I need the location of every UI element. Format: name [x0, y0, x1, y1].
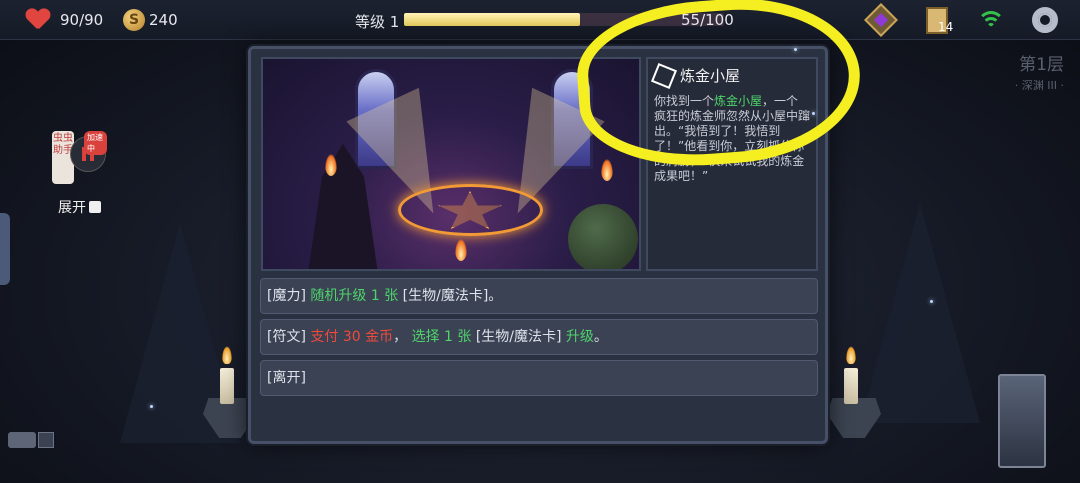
- side-drawer-tab[interactable]: [0, 213, 10, 285]
- assistant-badge: 加速中: [84, 131, 107, 155]
- arrow-right-icon[interactable]: [38, 432, 54, 448]
- left-candle: [220, 368, 234, 404]
- gold-value: 240: [149, 11, 178, 29]
- right-candle: [844, 368, 858, 404]
- player-helmet: [568, 204, 638, 269]
- desc-highlight: 炼金小屋: [714, 94, 763, 108]
- event-title-row: 炼金小屋: [650, 62, 810, 89]
- brazier-fire: [325, 154, 337, 176]
- event-title: 炼金小屋: [680, 67, 741, 85]
- right-candle-flame: [846, 346, 856, 364]
- level-label: 等级 1: [355, 13, 400, 31]
- hp-value: 90/90: [60, 11, 104, 29]
- d20-icon[interactable]: [864, 3, 898, 37]
- sparkle: [150, 405, 153, 408]
- event-description: 你找到一个炼金小屋，一个疯狂的炼金师忽然从小屋中蹿出。“我悟到了！我悟到了！”他…: [654, 94, 810, 184]
- assistant-widget[interactable]: 虫虫助手 加速中: [52, 131, 107, 186]
- xp-text: 55/100: [681, 11, 734, 29]
- xp-bar-fill: [404, 13, 580, 26]
- option-card-type: [生物/魔法卡]: [402, 288, 489, 304]
- hp-display: 90/90: [26, 9, 103, 31]
- coin-icon: S: [123, 9, 145, 31]
- alchemy-icon: [650, 62, 678, 89]
- option-tag: [离开]: [267, 370, 306, 386]
- brazier-fire: [601, 159, 613, 181]
- sparkle: [794, 48, 797, 51]
- option-rune[interactable]: [符文] 支付 30 金币， 选择 1 张 [生物/魔法卡] 升级。: [260, 319, 818, 355]
- sparkle: [812, 112, 815, 115]
- event-panel: 炼金小屋 你找到一个炼金小屋，一个疯狂的炼金师忽然从小屋中蹿出。“我悟到了！我悟…: [248, 46, 828, 444]
- xp-bar: [404, 13, 724, 26]
- desc-part: 你找到一个: [654, 94, 715, 108]
- option-tag: [符文]: [267, 329, 306, 345]
- option-card-type: [生物/魔法卡]: [475, 329, 562, 345]
- option-tail: 。: [488, 288, 503, 304]
- floor-indicator: 第1层 · 深渊 III ·: [1015, 50, 1064, 93]
- sparkle: [930, 300, 933, 303]
- expand-label: 展开: [58, 200, 86, 216]
- gold-display: S 240: [123, 9, 178, 31]
- option-cost: 支付 30 金币: [310, 329, 394, 345]
- event-illustration: [261, 57, 641, 271]
- option-leave[interactable]: [离开]: [260, 360, 818, 396]
- chat-controls: [8, 432, 54, 448]
- brazier-fire: [455, 239, 467, 261]
- expand-button[interactable]: 展开: [58, 197, 101, 217]
- option-action: 选择 1 张: [411, 329, 472, 345]
- option-tag: [魔力]: [267, 288, 306, 304]
- option-magic[interactable]: [魔力] 随机升级 1 张 [生物/魔法卡]。: [260, 278, 818, 314]
- option-action: 随机升级 1 张: [310, 288, 399, 304]
- option-tail: 。: [593, 329, 608, 345]
- option-upgrade: 升级: [565, 329, 594, 345]
- companion-card[interactable]: [998, 374, 1046, 468]
- wifi-icon: [976, 5, 1006, 35]
- gear-icon[interactable]: [1030, 5, 1060, 35]
- dice-icon: [89, 201, 101, 213]
- floor-title: 第1层: [1019, 55, 1064, 75]
- event-description-box: 炼金小屋 你找到一个炼金小屋，一个疯狂的炼金师忽然从小屋中蹿出。“我悟到了！我悟…: [646, 57, 818, 271]
- option-separator: ，: [393, 329, 408, 345]
- deck-count: 14: [938, 20, 954, 34]
- heart-icon: [26, 9, 50, 31]
- chat-icon[interactable]: [8, 432, 36, 448]
- floor-subtitle: · 深渊 III ·: [1014, 79, 1064, 92]
- left-candle-flame: [222, 346, 232, 364]
- tree-silhouette: [860, 203, 980, 423]
- top-bar: 90/90 S 240 等级 1 55/100 14: [0, 0, 1080, 40]
